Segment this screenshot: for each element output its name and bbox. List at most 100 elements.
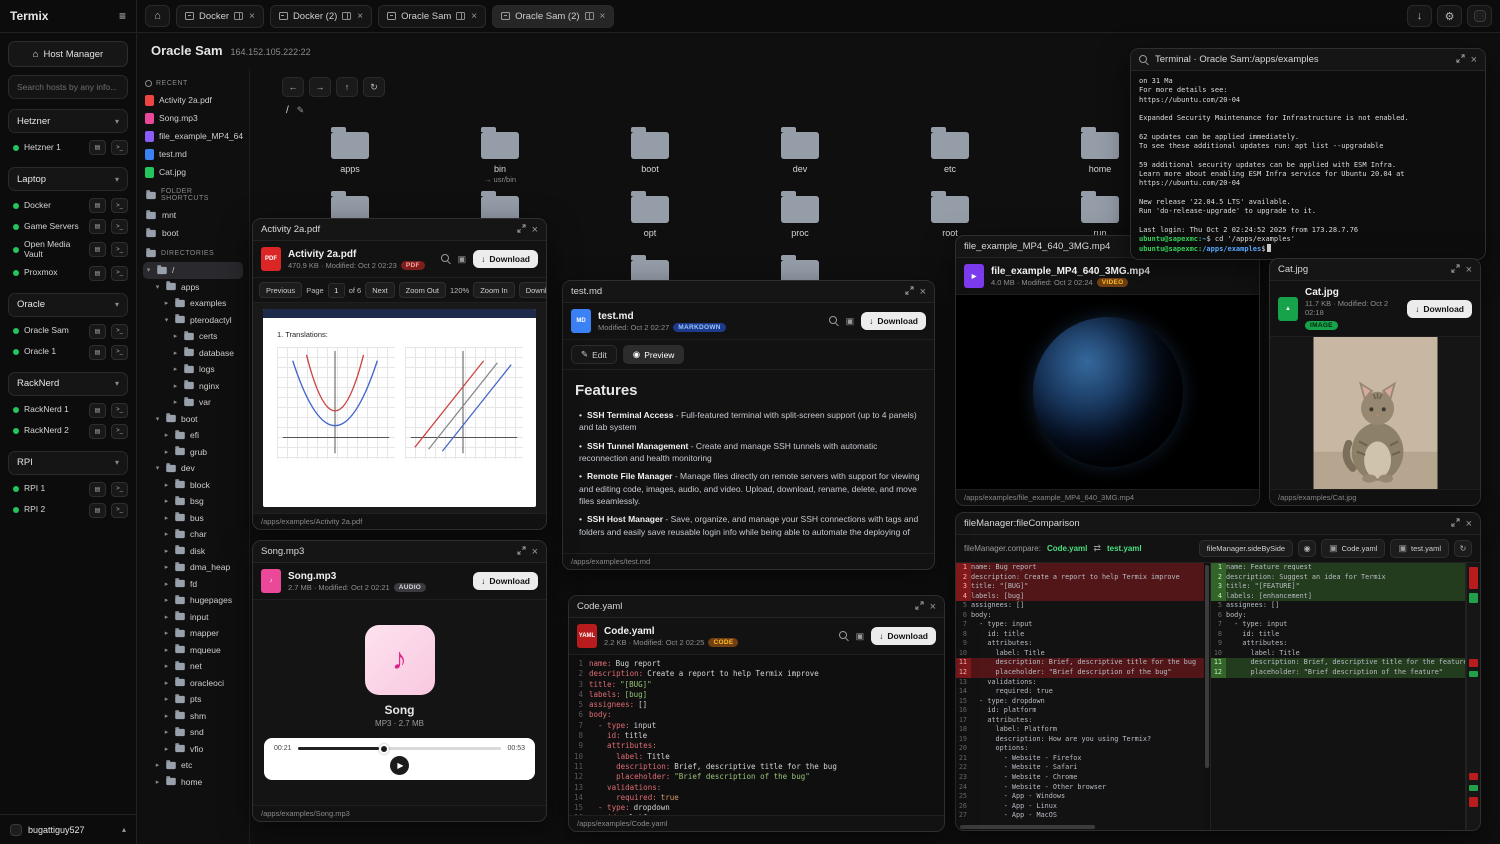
open-panel-icon[interactable]: ▣ (846, 316, 855, 327)
directory-tree-item[interactable]: ▸ input (143, 609, 243, 626)
tree-chevron-icon[interactable]: ▸ (172, 332, 179, 340)
search-icon[interactable] (829, 316, 839, 326)
host-files-button[interactable]: ▤ (89, 219, 106, 234)
tree-chevron-icon[interactable]: ▸ (172, 382, 179, 390)
host-terminal-button[interactable]: >_ (111, 403, 128, 418)
profile-button[interactable]: bugattiguy527 ▴ (0, 814, 136, 844)
diff-right-pane[interactable]: 1 name: Feature request 2 description: S… (1211, 563, 1466, 830)
preview-toggle-button[interactable]: ◉ (1298, 540, 1316, 557)
expand-icon[interactable] (1451, 264, 1460, 276)
host-row[interactable]: Proxmox ▤ >_ (0, 263, 136, 284)
directory-tree-item[interactable]: ▸ mapper (143, 625, 243, 642)
tree-chevron-icon[interactable]: ▸ (163, 646, 170, 654)
folder-shortcut-item[interactable]: boot (143, 224, 243, 242)
preview-tab[interactable]: ◉Preview (623, 345, 685, 364)
edit-tab[interactable]: ✎Edit (571, 345, 617, 364)
window-titlebar[interactable]: test.md × (563, 281, 934, 303)
file-grid-folder[interactable]: proc (725, 192, 875, 256)
host-terminal-button[interactable]: >_ (111, 503, 128, 518)
directory-tree-item[interactable]: ▸ database (143, 345, 243, 362)
directory-tree-item[interactable]: ▸ bus (143, 510, 243, 527)
tree-chevron-icon[interactable]: ▾ (145, 266, 152, 274)
host-group-hetzner[interactable]: Hetzner▾ (8, 109, 128, 133)
host-files-button[interactable]: ▤ (89, 403, 106, 418)
host-row[interactable]: RackNerd 1 ▤ >_ (0, 400, 136, 421)
tab-close-icon[interactable]: × (357, 11, 363, 22)
directory-tree-item[interactable]: ▸ etc (143, 757, 243, 774)
directory-tree-item[interactable]: ▾ dev (143, 460, 243, 477)
tree-chevron-icon[interactable]: ▸ (163, 514, 170, 522)
admin-settings-button[interactable]: ⚙ (1437, 5, 1462, 27)
tree-chevron-icon[interactable]: ▸ (163, 530, 170, 538)
directory-tree-item[interactable]: ▸ vfio (143, 741, 243, 758)
directory-tree-item[interactable]: ▸ fd (143, 576, 243, 593)
tree-chevron-icon[interactable]: ▸ (172, 398, 179, 406)
host-row[interactable]: RackNerd 2 ▤ >_ (0, 421, 136, 442)
tab-close-icon[interactable]: × (471, 11, 477, 22)
tab-close-icon[interactable]: × (249, 11, 255, 22)
home-tab-button[interactable]: ⌂ (145, 5, 170, 27)
tree-chevron-icon[interactable]: ▸ (163, 431, 170, 439)
host-terminal-button[interactable]: >_ (111, 424, 128, 439)
host-row[interactable]: Hetzner 1 ▤ >_ (0, 137, 136, 158)
recent-file-item[interactable]: test.md (143, 145, 243, 163)
search-icon[interactable] (839, 631, 849, 641)
diff-minimap[interactable] (1466, 563, 1480, 830)
window-titlebar[interactable]: Cat.jpg × (1270, 259, 1480, 281)
diff-left-pane[interactable]: 1 name: Bug report 2 description: Create… (956, 563, 1211, 830)
host-row[interactable]: Oracle Sam ▤ >_ (0, 321, 136, 342)
window-titlebar[interactable]: Activity 2a.pdf × (253, 219, 546, 241)
tree-chevron-icon[interactable]: ▸ (163, 728, 170, 736)
directory-tree-item[interactable]: ▸ dma_heap (143, 559, 243, 576)
host-group-laptop[interactable]: Laptop▾ (8, 167, 128, 191)
download-button[interactable]: ↓Download (473, 572, 538, 590)
recent-file-item[interactable]: Cat.jpg (143, 163, 243, 181)
forward-button[interactable]: → (309, 77, 331, 97)
host-files-button[interactable]: ▤ (89, 503, 106, 518)
directory-tree-item[interactable]: ▾ boot (143, 411, 243, 428)
directory-tree-item[interactable]: ▸ oracleoci (143, 675, 243, 692)
directory-tree-item[interactable]: ▸ logs (143, 361, 243, 378)
directory-tree-item[interactable]: ▸ certs (143, 328, 243, 345)
split-view-icon[interactable] (456, 12, 465, 20)
tree-chevron-icon[interactable]: ▸ (154, 761, 161, 769)
host-terminal-button[interactable]: >_ (111, 482, 128, 497)
file-grid-folder[interactable]: apps (275, 128, 425, 192)
updates-button[interactable]: ↓ (1407, 5, 1432, 27)
recent-file-item[interactable]: Activity 2a.pdf (143, 91, 243, 109)
open-panel-icon[interactable]: ▣ (458, 254, 467, 265)
host-row[interactable]: Docker ▤ >_ (0, 195, 136, 216)
host-terminal-button[interactable]: >_ (111, 198, 128, 213)
previous-page-button[interactable]: Previous (259, 282, 302, 298)
host-group-rpi[interactable]: RPI▾ (8, 451, 128, 475)
close-icon[interactable]: × (1471, 54, 1477, 66)
host-search-input[interactable] (8, 75, 128, 99)
directory-tree-item[interactable]: ▸ snd (143, 724, 243, 741)
tree-chevron-icon[interactable]: ▾ (154, 283, 161, 291)
tree-chevron-icon[interactable]: ▸ (163, 481, 170, 489)
split-view-icon[interactable] (234, 12, 243, 20)
host-row[interactable]: Oracle 1 ▤ >_ (0, 342, 136, 363)
directory-tree-item[interactable]: ▸ char (143, 526, 243, 543)
download-button[interactable]: ↓Download (1407, 300, 1472, 318)
directory-tree-item[interactable]: ▸ mqueue (143, 642, 243, 659)
folder-shortcut-item[interactable]: mnt (143, 206, 243, 224)
expand-icon[interactable] (905, 286, 914, 298)
directory-tree-item[interactable]: ▾ / (143, 262, 243, 279)
directory-tree-item[interactable]: ▸ bsg (143, 493, 243, 510)
host-terminal-button[interactable]: >_ (111, 140, 128, 155)
host-row[interactable]: Open Media Vault ▤ >_ (0, 237, 136, 263)
menu-icon[interactable]: ≡ (119, 9, 126, 23)
expand-icon[interactable] (517, 546, 526, 558)
host-group-oracle[interactable]: Oracle▾ (8, 293, 128, 317)
download-button[interactable]: ↓Download (473, 250, 538, 268)
open-right-file-button[interactable]: ▣test.yaml (1390, 539, 1449, 558)
download-button[interactable]: ↓Download (861, 312, 926, 330)
directory-tree-item[interactable]: ▸ examples (143, 295, 243, 312)
directory-tree-item[interactable]: ▸ net (143, 658, 243, 675)
app-tab[interactable]: Docker (2) × (270, 5, 372, 28)
close-icon[interactable]: × (1466, 264, 1472, 276)
window-titlebar[interactable]: Terminal · Oracle Sam:/apps/examples × (1131, 49, 1485, 71)
refresh-button[interactable]: ↻ (363, 77, 385, 97)
side-by-side-toggle[interactable]: fileManager.sideBySide (1199, 540, 1293, 557)
